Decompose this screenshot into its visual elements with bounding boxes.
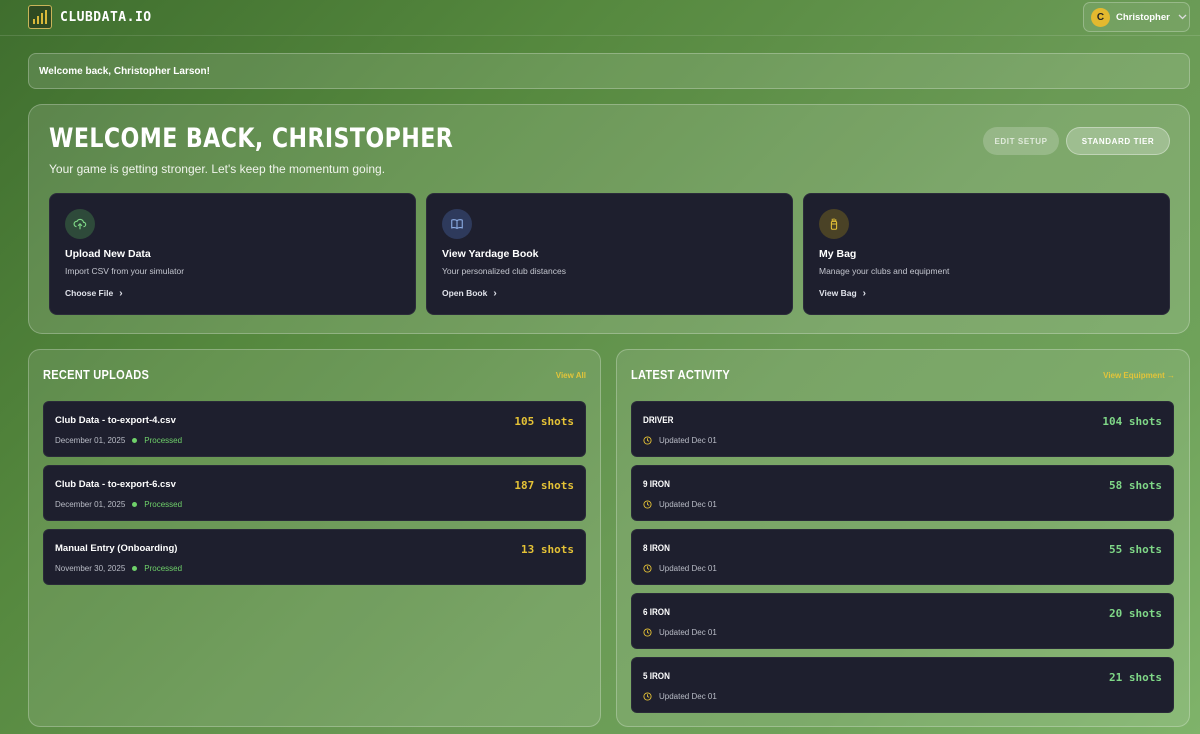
upload-name: Manual Entry (Onboarding) — [55, 543, 178, 554]
club-name: 8 IRON — [643, 543, 670, 554]
status-dot — [132, 502, 138, 507]
upload-name: Club Data - to-export-6.csv — [55, 479, 176, 490]
clock-icon — [643, 436, 652, 445]
book-icon — [442, 209, 472, 239]
clock-icon — [643, 564, 652, 573]
clock-icon — [643, 628, 652, 637]
club-name: 6 IRON — [643, 607, 670, 618]
welcome-banner: Welcome back, Christopher Larson! — [28, 53, 1190, 89]
logo[interactable]: CLUBDATA.IO — [28, 5, 152, 29]
open-book-link[interactable]: Open Book › — [442, 288, 497, 299]
card-title: View Yardage Book — [442, 248, 539, 260]
shot-count: 104 shots — [1102, 415, 1162, 428]
activity-row[interactable]: 9 IRON Updated Dec 01 58 shots — [631, 465, 1174, 521]
upload-data-card[interactable]: Upload New Data Import CSV from your sim… — [49, 193, 416, 315]
upload-cloud-icon — [65, 209, 95, 239]
updated-date: Updated Dec 01 — [659, 628, 717, 637]
shot-count: 21 shots — [1109, 671, 1162, 684]
card-description: Import CSV from your simulator — [65, 266, 185, 276]
updated-date: Updated Dec 01 — [659, 692, 717, 701]
status-badge: Processed — [144, 500, 183, 509]
card-description: Your personalized club distances — [442, 266, 566, 276]
clock-icon — [643, 500, 652, 509]
card-description: Manage your clubs and equipment — [819, 266, 950, 276]
shot-count: 55 shots — [1109, 543, 1162, 556]
view-all-link[interactable]: View All — [556, 371, 586, 380]
updated-date: Updated Dec 01 — [659, 500, 717, 509]
shot-count: 187 shots — [514, 479, 574, 492]
section-title: RECENT UPLOADS — [43, 367, 150, 382]
activity-row[interactable]: DRIVER Updated Dec 01 104 shots — [631, 401, 1174, 457]
yardage-book-card[interactable]: View Yardage Book Your personalized club… — [426, 193, 793, 315]
upload-row[interactable]: Club Data - to-export-4.csv December 01,… — [43, 401, 586, 457]
updated-date: Updated Dec 01 — [659, 564, 717, 573]
activity-meta: Updated Dec 01 — [643, 628, 717, 637]
status-badge: Processed — [144, 564, 183, 573]
upload-date: December 01, 2025 — [55, 500, 126, 509]
choose-file-link[interactable]: Choose File › — [65, 288, 123, 299]
status-dot — [132, 438, 138, 443]
upload-row[interactable]: Club Data - to-export-6.csv December 01,… — [43, 465, 586, 521]
shot-count: 58 shots — [1109, 479, 1162, 492]
view-equipment-link[interactable]: View Equipment → — [1103, 371, 1175, 380]
upload-meta: December 01, 2025 Processed — [55, 436, 182, 445]
activity-meta: Updated Dec 01 — [643, 436, 717, 445]
status-badge: Processed — [144, 436, 183, 445]
recent-uploads-panel: RECENT UPLOADS View All Club Data - to-e… — [28, 349, 601, 727]
club-name: 9 IRON — [643, 479, 670, 490]
logo-bars-icon — [28, 5, 52, 29]
latest-activity-panel: LATEST ACTIVITY View Equipment → DRIVER … — [616, 349, 1190, 727]
top-bar: CLUBDATA.IO C Christopher — [0, 0, 1200, 36]
upload-date: November 30, 2025 — [55, 564, 126, 573]
logo-text: CLUBDATA.IO — [60, 9, 152, 25]
status-dot — [132, 566, 138, 571]
activity-meta: Updated Dec 01 — [643, 500, 717, 509]
activity-meta: Updated Dec 01 — [643, 692, 717, 701]
page-title: WELCOME BACK, CHRISTOPHER — [49, 123, 454, 154]
golf-bag-icon — [819, 209, 849, 239]
club-name: 5 IRON — [643, 671, 670, 682]
upload-meta: November 30, 2025 Processed — [55, 564, 182, 573]
upload-meta: December 01, 2025 Processed — [55, 500, 182, 509]
user-name: Christopher — [1116, 11, 1170, 23]
shot-count: 105 shots — [514, 415, 574, 428]
hero-panel: WELCOME BACK, CHRISTOPHER Your game is g… — [28, 104, 1190, 334]
club-name: DRIVER — [643, 415, 674, 426]
chevron-right-icon: › — [862, 288, 866, 299]
activity-meta: Updated Dec 01 — [643, 564, 717, 573]
edit-setup-button[interactable]: EDIT SETUP — [983, 127, 1059, 155]
clock-icon — [643, 692, 652, 701]
welcome-banner-text: Welcome back, Christopher Larson! — [39, 65, 210, 77]
view-bag-link[interactable]: View Bag › — [819, 288, 866, 299]
section-title: LATEST ACTIVITY — [631, 367, 730, 382]
user-menu-button[interactable]: C Christopher — [1083, 2, 1190, 32]
updated-date: Updated Dec 01 — [659, 436, 717, 445]
avatar: C — [1091, 7, 1110, 27]
chevron-right-icon: › — [119, 288, 123, 299]
card-title: My Bag — [819, 248, 857, 260]
my-bag-card[interactable]: My Bag Manage your clubs and equipment V… — [803, 193, 1170, 315]
upload-date: December 01, 2025 — [55, 436, 126, 445]
tier-badge[interactable]: STANDARD TIER — [1066, 127, 1170, 155]
hero-subtitle: Your game is getting stronger. Let's kee… — [49, 162, 386, 176]
shot-count: 13 shots — [521, 543, 574, 556]
upload-name: Club Data - to-export-4.csv — [55, 415, 176, 426]
activity-row[interactable]: 5 IRON Updated Dec 01 21 shots — [631, 657, 1174, 713]
chevron-down-icon — [1178, 12, 1187, 22]
card-title: Upload New Data — [65, 248, 151, 260]
shot-count: 20 shots — [1109, 607, 1162, 620]
activity-row[interactable]: 6 IRON Updated Dec 01 20 shots — [631, 593, 1174, 649]
chevron-right-icon: › — [493, 288, 497, 299]
activity-row[interactable]: 8 IRON Updated Dec 01 55 shots — [631, 529, 1174, 585]
upload-row[interactable]: Manual Entry (Onboarding) November 30, 2… — [43, 529, 586, 585]
